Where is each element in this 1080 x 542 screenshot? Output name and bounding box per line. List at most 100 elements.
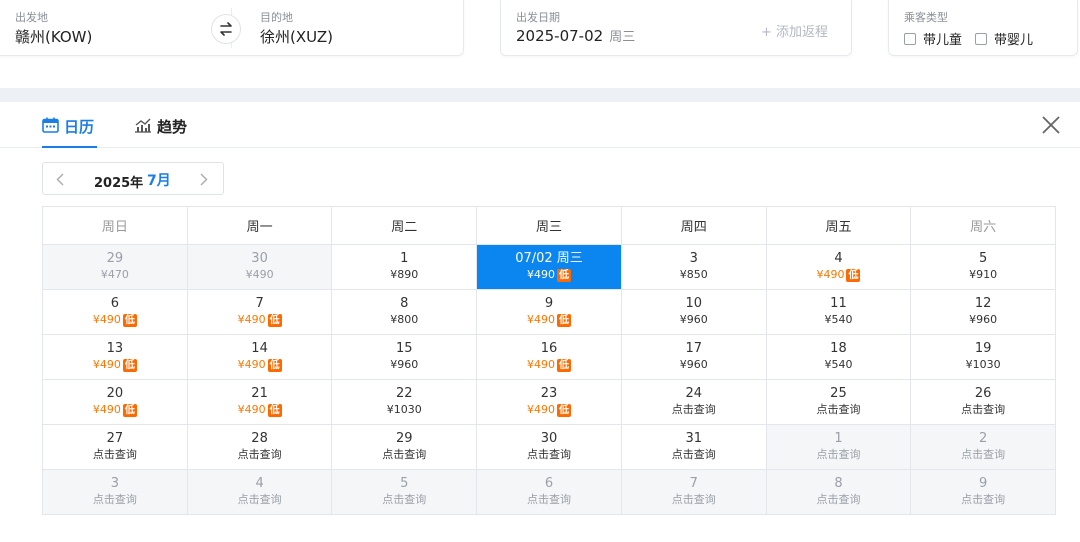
close-icon[interactable] <box>1040 114 1062 136</box>
day-number: 25 <box>830 386 847 401</box>
day-number: 18 <box>830 341 847 356</box>
query-text: 点击查询 <box>237 493 282 506</box>
chevron-right-icon <box>200 173 208 185</box>
calendar-week-row: 29 ¥470 30 ¥490 1 ¥890 07/02 周三 ¥490 低 3 ¥850 4 ¥490… <box>43 245 1057 290</box>
calendar-day[interactable]: 11 ¥540 <box>766 290 912 335</box>
calendar-grid: 周日 周一 周二 周三 周四 周五 周六 29 ¥470 30 ¥490 1 ¥890 07… <box>42 206 1057 515</box>
query-link: 点击查询 <box>816 492 860 508</box>
query-text: 点击查询 <box>671 493 716 506</box>
calendar-day[interactable]: 4 点击查询 <box>187 470 333 515</box>
price-value: ¥540 <box>824 313 853 326</box>
destination-field[interactable]: 徐州(XUZ) <box>260 26 333 47</box>
calendar-day[interactable]: 17 ¥960 <box>621 335 767 380</box>
calendar-week-row: 20 ¥490 低 21 ¥490 低 22 ¥1030 23 ¥490 低 24 点击查询 25 点击查询… <box>43 380 1057 425</box>
query-text: 点击查询 <box>961 448 1006 461</box>
day-price: ¥1030 <box>387 402 422 418</box>
calendar-day[interactable]: 30 点击查询 <box>477 425 622 470</box>
query-text: 点击查询 <box>961 403 1006 416</box>
calendar-day[interactable]: 6 ¥490 低 <box>43 290 188 335</box>
calendar-day[interactable]: 26 点击查询 <box>911 380 1057 425</box>
tab-calendar[interactable]: 日历 <box>42 116 97 148</box>
calendar-day[interactable]: 25 点击查询 <box>766 380 912 425</box>
query-link: 点击查询 <box>672 402 716 418</box>
calendar-day[interactable]: 16 ¥490 低 <box>477 335 622 380</box>
calendar-day[interactable]: 7 ¥490 低 <box>187 290 333 335</box>
next-month-button[interactable] <box>195 170 213 188</box>
prev-month-button[interactable] <box>51 170 69 188</box>
query-text: 点击查询 <box>382 448 427 461</box>
calendar-day[interactable]: 29 点击查询 <box>332 425 478 470</box>
add-return-button[interactable]: + 添加返程 <box>761 21 828 40</box>
calendar-day[interactable]: 27 点击查询 <box>43 425 188 470</box>
calendar-day[interactable]: 22 ¥1030 <box>332 380 478 425</box>
calendar-day[interactable]: 10 ¥960 <box>621 290 767 335</box>
calendar-day[interactable]: 6 点击查询 <box>477 470 622 515</box>
with-infant-checkbox[interactable]: 带婴儿 <box>975 29 1033 48</box>
day-number: 7 <box>255 296 264 311</box>
calendar-day[interactable]: 7 点击查询 <box>621 470 767 515</box>
calendar-day[interactable]: 29 ¥470 <box>43 245 188 290</box>
weekday-header-cell: 周三 <box>477 207 622 245</box>
view-tabs: 日历 趋势 <box>0 102 1080 148</box>
calendar-day[interactable]: 8 点击查询 <box>766 470 912 515</box>
calendar-day[interactable]: 14 ¥490 低 <box>187 335 333 380</box>
day-price: ¥490 低 <box>527 312 572 328</box>
calendar-week-row: 13 ¥490 低 14 ¥490 低 15 ¥960 16 ¥490 低 17 ¥960 18 ¥540 1… <box>43 335 1057 380</box>
query-link: 点击查询 <box>961 447 1005 463</box>
calendar-day[interactable]: 28 点击查询 <box>187 425 333 470</box>
calendar-day[interactable]: 2 点击查询 <box>911 425 1057 470</box>
calendar-day[interactable]: 13 ¥490 低 <box>43 335 188 380</box>
calendar-day[interactable]: 3 点击查询 <box>43 470 188 515</box>
low-price-badge: 低 <box>122 313 137 327</box>
month-navigator: 2025年 7月 <box>42 162 224 195</box>
day-number: 2 <box>979 431 988 446</box>
day-number: 10 <box>685 296 702 311</box>
calendar-day[interactable]: 8 ¥800 <box>332 290 478 335</box>
calendar-day[interactable]: 24 点击查询 <box>621 380 767 425</box>
day-price: ¥910 <box>969 267 997 283</box>
calendar-day[interactable]: 20 ¥490 低 <box>43 380 188 425</box>
calendar-day[interactable]: 9 ¥490 低 <box>477 290 622 335</box>
query-text: 点击查询 <box>92 448 137 461</box>
day-number: 07/02 周三 <box>515 251 583 266</box>
tab-trend[interactable]: 趋势 <box>134 116 187 148</box>
query-link: 点击查询 <box>672 447 716 463</box>
day-price: ¥490 低 <box>93 312 137 328</box>
origin-field[interactable]: 赣州(KOW) <box>15 26 92 47</box>
day-number: 31 <box>685 431 702 446</box>
day-price: ¥490 低 <box>93 357 137 373</box>
day-price: ¥1030 <box>966 357 1001 373</box>
checkbox-box <box>904 32 916 45</box>
calendar-day[interactable]: 5 点击查询 <box>332 470 478 515</box>
current-month[interactable]: 7月 <box>147 170 171 190</box>
calendar-day[interactable]: 3 ¥850 <box>621 245 767 290</box>
weekday-header-cell: 周六 <box>911 207 1057 245</box>
calendar-day[interactable]: 18 ¥540 <box>766 335 912 380</box>
day-number: 13 <box>106 341 124 356</box>
calendar-day-selected[interactable]: 07/02 周三 ¥490 低 <box>477 245 622 290</box>
calendar-day[interactable]: 21 ¥490 低 <box>187 380 333 425</box>
low-price-badge: 低 <box>557 403 572 417</box>
calendar-day[interactable]: 19 ¥1030 <box>911 335 1057 380</box>
low-price-badge: 低 <box>122 403 137 417</box>
query-link: 点击查询 <box>672 492 716 508</box>
query-link: 点击查询 <box>93 492 137 508</box>
calendar-day[interactable]: 4 ¥490 低 <box>766 245 912 290</box>
checkbox-box <box>975 32 987 45</box>
price-value: ¥490 <box>245 268 274 281</box>
calendar-day[interactable]: 12 ¥960 <box>911 290 1057 335</box>
depart-date-field[interactable]: 2025-07-02 周三 <box>516 26 635 45</box>
swap-route-button[interactable] <box>211 14 241 44</box>
calendar-day[interactable]: 5 ¥910 <box>911 245 1057 290</box>
calendar-day[interactable]: 1 ¥890 <box>332 245 478 290</box>
calendar-day[interactable]: 30 ¥490 <box>187 245 333 290</box>
calendar-day[interactable]: 9 点击查询 <box>911 470 1057 515</box>
query-link: 点击查询 <box>816 402 860 418</box>
calendar-day[interactable]: 15 ¥960 <box>332 335 478 380</box>
calendar-day[interactable]: 1 点击查询 <box>766 425 912 470</box>
day-number: 9 <box>979 476 988 491</box>
calendar-day[interactable]: 23 ¥490 低 <box>477 380 622 425</box>
with-child-checkbox[interactable]: 带儿童 <box>904 29 962 48</box>
price-value: ¥490 <box>816 268 845 281</box>
calendar-day[interactable]: 31 点击查询 <box>621 425 767 470</box>
